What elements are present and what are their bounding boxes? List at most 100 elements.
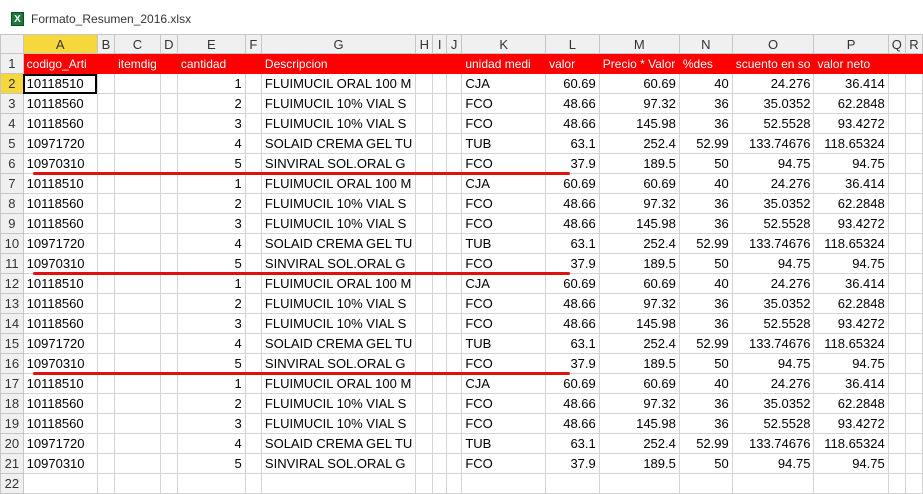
cell-q21[interactable] [887, 453, 906, 474]
cell-j8[interactable] [445, 193, 463, 214]
cell-e21[interactable]: 5 [176, 453, 246, 474]
cell-j16[interactable] [445, 353, 463, 374]
cell-b10[interactable] [96, 233, 116, 254]
cell-o14[interactable]: 52.5528 [731, 313, 815, 334]
cell-a12[interactable]: 10118510 [22, 273, 98, 294]
cell-a20[interactable]: 10971720 [22, 433, 98, 454]
row-header[interactable]: 16 [0, 353, 24, 374]
cell-b1[interactable] [96, 53, 116, 74]
cell-l9[interactable]: 48.66 [545, 213, 600, 234]
cell-q12[interactable] [887, 273, 906, 294]
cell-d3[interactable] [159, 93, 178, 114]
cell-h1[interactable] [415, 53, 434, 74]
cell-p20[interactable]: 118.65324 [813, 433, 889, 454]
cell-f3[interactable] [244, 93, 262, 114]
cell-n2[interactable]: 40 [678, 73, 733, 94]
cell-g9[interactable]: FLUIMUCIL 10% VIAL S [260, 213, 417, 234]
cell-d9[interactable] [159, 213, 178, 234]
column-header-q[interactable]: Q [887, 34, 906, 54]
cell-q18[interactable] [887, 393, 906, 414]
cell-e5[interactable]: 4 [176, 133, 246, 154]
cell-q10[interactable] [887, 233, 906, 254]
cell-o2[interactable]: 24.276 [731, 73, 815, 94]
cell-c3[interactable] [114, 93, 161, 114]
row-header[interactable]: 21 [0, 453, 24, 474]
cell-a17[interactable]: 10118510 [22, 373, 98, 394]
cell-g19[interactable]: FLUIMUCIL 10% VIAL S [260, 413, 417, 434]
cell-r16[interactable] [904, 353, 923, 374]
cell-b6[interactable] [96, 153, 116, 174]
cell-h6[interactable] [415, 153, 434, 174]
row-header[interactable]: 14 [0, 313, 24, 334]
cell-l5[interactable]: 63.1 [545, 133, 600, 154]
cell-o16[interactable]: 94.75 [731, 353, 815, 374]
cell-p11[interactable]: 94.75 [813, 253, 889, 274]
cell-h2[interactable] [415, 73, 434, 94]
cell-l17[interactable]: 60.69 [545, 373, 600, 394]
cell-j19[interactable] [445, 413, 463, 434]
cell-k10[interactable]: TUB [461, 233, 547, 254]
cell-g7[interactable]: FLUIMUCIL ORAL 100 M [260, 173, 417, 194]
cell-g10[interactable]: SOLAID CREMA GEL TU [260, 233, 417, 254]
row-header[interactable]: 11 [0, 253, 24, 274]
cell-l7[interactable]: 60.69 [545, 173, 600, 194]
cell-j18[interactable] [445, 393, 463, 414]
cell-d17[interactable] [159, 373, 178, 394]
cell-c10[interactable] [114, 233, 161, 254]
cell-e11[interactable]: 5 [176, 253, 246, 274]
cell-a13[interactable]: 10118560 [22, 293, 98, 314]
cell-o11[interactable]: 94.75 [731, 253, 815, 274]
cell-m3[interactable]: 97.32 [598, 93, 680, 114]
row-header[interactable]: 13 [0, 293, 24, 314]
cell-r19[interactable] [904, 413, 923, 434]
cell-m9[interactable]: 145.98 [598, 213, 680, 234]
cell-m13[interactable]: 97.32 [598, 293, 680, 314]
cell-l13[interactable]: 48.66 [545, 293, 600, 314]
cell-i20[interactable] [432, 433, 447, 454]
cell-q9[interactable] [887, 213, 906, 234]
cell-m22[interactable] [598, 473, 680, 494]
cell-n19[interactable]: 36 [678, 413, 733, 434]
cell-o20[interactable]: 133.74676 [731, 433, 815, 454]
cell-k1[interactable]: unidad medi [461, 53, 547, 74]
cell-a1[interactable]: codigo_Arti [22, 53, 98, 74]
cell-r20[interactable] [904, 433, 923, 454]
cell-c2[interactable] [114, 73, 161, 94]
cell-p21[interactable]: 94.75 [813, 453, 889, 474]
cell-i9[interactable] [432, 213, 447, 234]
cell-k2[interactable]: CJA [461, 73, 547, 94]
column-header-c[interactable]: C [114, 34, 161, 54]
cell-c6[interactable] [114, 153, 161, 174]
cell-i7[interactable] [432, 173, 447, 194]
cell-q20[interactable] [887, 433, 906, 454]
cell-a22[interactable] [22, 473, 98, 494]
cell-n12[interactable]: 40 [678, 273, 733, 294]
cell-q2[interactable] [887, 73, 906, 94]
cell-h9[interactable] [415, 213, 434, 234]
column-header-f[interactable]: F [244, 34, 262, 54]
cell-f4[interactable] [244, 113, 262, 134]
cell-d8[interactable] [159, 193, 178, 214]
cell-m12[interactable]: 60.69 [598, 273, 680, 294]
cell-m16[interactable]: 189.5 [598, 353, 680, 374]
cell-e17[interactable]: 1 [176, 373, 246, 394]
cell-j22[interactable] [445, 473, 463, 494]
cell-g4[interactable]: FLUIMUCIL 10% VIAL S [260, 113, 417, 134]
cell-b17[interactable] [96, 373, 116, 394]
cell-c8[interactable] [114, 193, 161, 214]
cell-q22[interactable] [887, 473, 906, 494]
cell-d6[interactable] [159, 153, 178, 174]
cell-r17[interactable] [904, 373, 923, 394]
cell-r21[interactable] [904, 453, 923, 474]
cell-e22[interactable] [176, 473, 246, 494]
cell-r14[interactable] [904, 313, 923, 334]
cell-k18[interactable]: FCO [461, 393, 547, 414]
cell-n7[interactable]: 40 [678, 173, 733, 194]
cell-a2[interactable]: 10118510 [22, 73, 98, 94]
cell-c4[interactable] [114, 113, 161, 134]
cell-l11[interactable]: 37.9 [545, 253, 600, 274]
cell-b5[interactable] [96, 133, 116, 154]
cell-j4[interactable] [445, 113, 463, 134]
cell-j5[interactable] [445, 133, 463, 154]
cell-g12[interactable]: FLUIMUCIL ORAL 100 M [260, 273, 417, 294]
